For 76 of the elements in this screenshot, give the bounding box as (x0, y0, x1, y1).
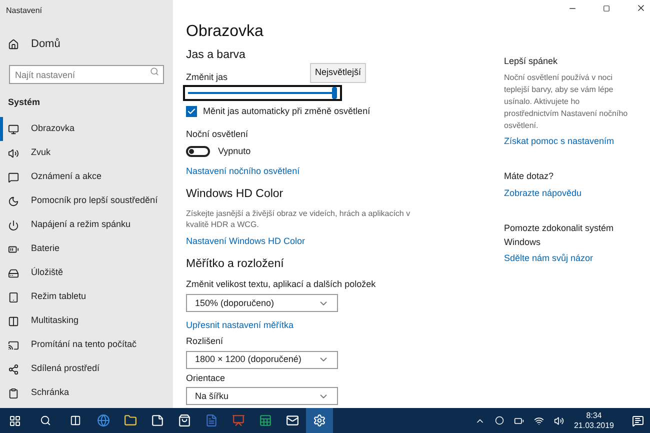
store-icon (178, 414, 191, 427)
folder-icon (124, 414, 137, 427)
sidebar-item[interactable]: Oznámení a akce (0, 165, 173, 189)
field-label: Změnit velikost textu, aplikací a dalších položek (186, 278, 377, 291)
sidebar-item[interactable]: Multitasking (0, 309, 173, 333)
page-title: Obrazovka (186, 22, 264, 42)
search-icon (40, 415, 50, 426)
aside-heading: Lepší spánek (504, 55, 559, 68)
aside-link[interactable]: Získat pomoc s nastavením (504, 134, 642, 148)
checkbox[interactable] (186, 106, 197, 117)
task-view-icon (70, 415, 80, 426)
sidebar-icon (8, 292, 19, 302)
settings-icon (313, 414, 326, 427)
sidebar-item[interactable]: Pomocník pro lepší soustředění (0, 189, 173, 213)
aside-heading: Pomozte zdokonalit systém Windows (504, 222, 615, 248)
sidebar-icon (8, 364, 19, 374)
sidebar-icon (8, 388, 19, 398)
checkbox-label: Měnit jas automaticky při změně osvětlení (203, 104, 370, 118)
toggle-label: Noční osvětlení (186, 128, 250, 142)
taskbar-app[interactable] (306, 408, 333, 433)
description: Získejte jasnější a živější obraz ve videích, hrách a aplikacích v kvalitě HDR a WCG. (186, 208, 412, 230)
sidebar-icon (8, 124, 19, 134)
sidebar-item[interactable]: Schránka (0, 381, 173, 405)
volume-icon[interactable] (554, 416, 564, 426)
wifi-icon[interactable] (534, 416, 544, 426)
sidebar-item[interactable]: Baterie (0, 237, 173, 261)
orientation-dropdown[interactable]: Na šířku (186, 387, 338, 406)
sidebar-item[interactable]: Zvuk (0, 141, 173, 165)
brightness-slider[interactable] (183, 84, 342, 101)
hd-color-link[interactable]: Nastavení Windows HD Color (186, 236, 306, 246)
section-heading: Měřítko a rozložení (186, 256, 285, 272)
field-label: Rozlišení (186, 335, 224, 348)
sidebar-item[interactable]: Obrazovka (0, 117, 173, 141)
sidebar-item[interactable]: Režim tabletu (0, 285, 173, 309)
circle-icon[interactable] (494, 416, 504, 425)
mail-icon (286, 414, 299, 427)
aside-link[interactable]: Sdělte nám svůj názor (504, 252, 642, 266)
sidebar-icon (8, 316, 19, 326)
night-light-link[interactable]: Nastavení nočního osvětlení (186, 166, 300, 176)
aside-heading: Máte dotaz? (504, 170, 555, 183)
slider-thumb[interactable] (332, 86, 337, 99)
resolution-dropdown[interactable]: 1800 × 1200 (doporučené) (186, 350, 338, 369)
home-icon (8, 38, 19, 50)
sidebar-item[interactable]: Napájení a režim spánku (0, 213, 173, 237)
clock[interactable]: 8:34 21.03.2019 (574, 410, 614, 430)
search-field[interactable]: Najít nastavení (9, 65, 164, 84)
search-icon (150, 66, 159, 76)
close-icon[interactable] (636, 3, 646, 13)
sidebar-item[interactable]: Promítání na tento počítač (0, 333, 173, 357)
sidebar-item[interactable]: Úložiště (0, 261, 173, 285)
section-heading: Jas a barva (186, 48, 246, 63)
sidebar-icon (8, 172, 19, 182)
maximize-icon[interactable] (603, 4, 610, 12)
toggle-switch[interactable] (186, 146, 210, 157)
slider-label: Změnit jas (186, 71, 228, 84)
notifications-icon[interactable] (632, 414, 644, 426)
sidebar-item[interactable]: Sdílená prostředí (0, 357, 173, 381)
sidebar-icon (8, 244, 19, 254)
sidebar-icon (8, 220, 19, 230)
window-title: Nastavení (5, 5, 44, 17)
toggle-state: Vypnuto (218, 144, 251, 158)
scale-link[interactable]: Upřesnit nastavení měřítka (186, 320, 294, 330)
sidebar-icon (8, 340, 19, 350)
tooltip: Nejsvětlejší (310, 63, 366, 83)
section-heading: Systém (7, 96, 42, 109)
sidebar-icon (8, 148, 19, 158)
battery-icon[interactable] (514, 416, 524, 426)
scale-dropdown[interactable]: 150% (doporučeno) (186, 294, 338, 312)
sidebar-icon (8, 196, 19, 206)
sidebar-icon (8, 268, 19, 278)
home-item[interactable]: Domů (0, 36, 173, 52)
aside-text: Noční osvětlení používá v noci teplejší barvy, aby se vám lépe usínalo. Aktivujete ho prostřednictvím Nastavení nočního osvětlení. (504, 72, 629, 132)
field-label: Orientace (186, 372, 226, 385)
aside-link[interactable]: Zobrazte nápovědu (504, 186, 642, 200)
check-icon (187, 107, 196, 116)
section-heading: Windows HD Color (186, 187, 284, 202)
